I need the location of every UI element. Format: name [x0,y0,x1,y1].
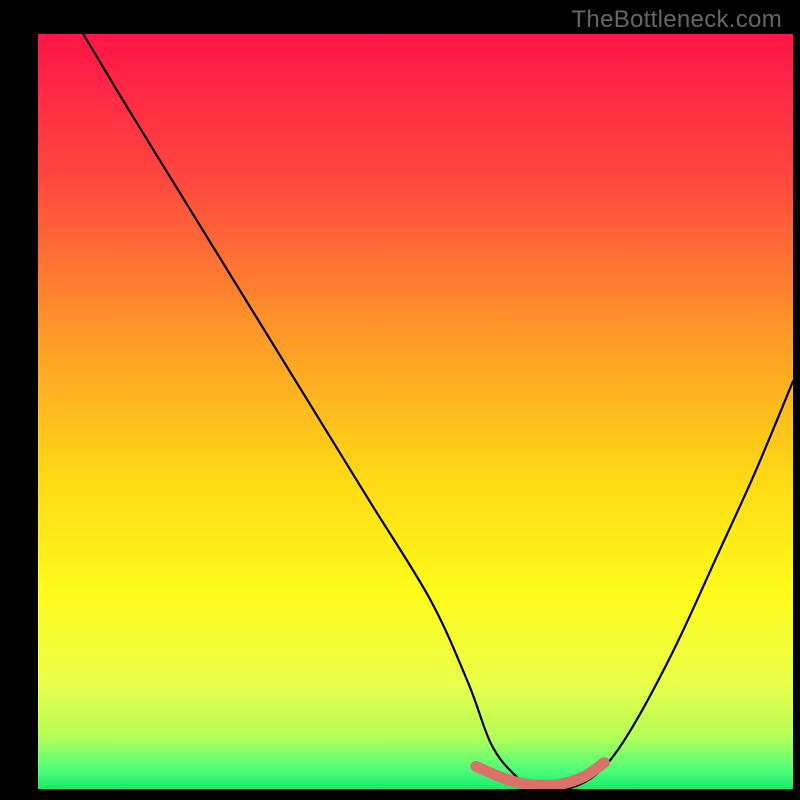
bottleneck-chart [0,0,800,800]
chart-frame: TheBottleneck.com [0,0,800,800]
watermark-label: TheBottleneck.com [571,6,782,34]
